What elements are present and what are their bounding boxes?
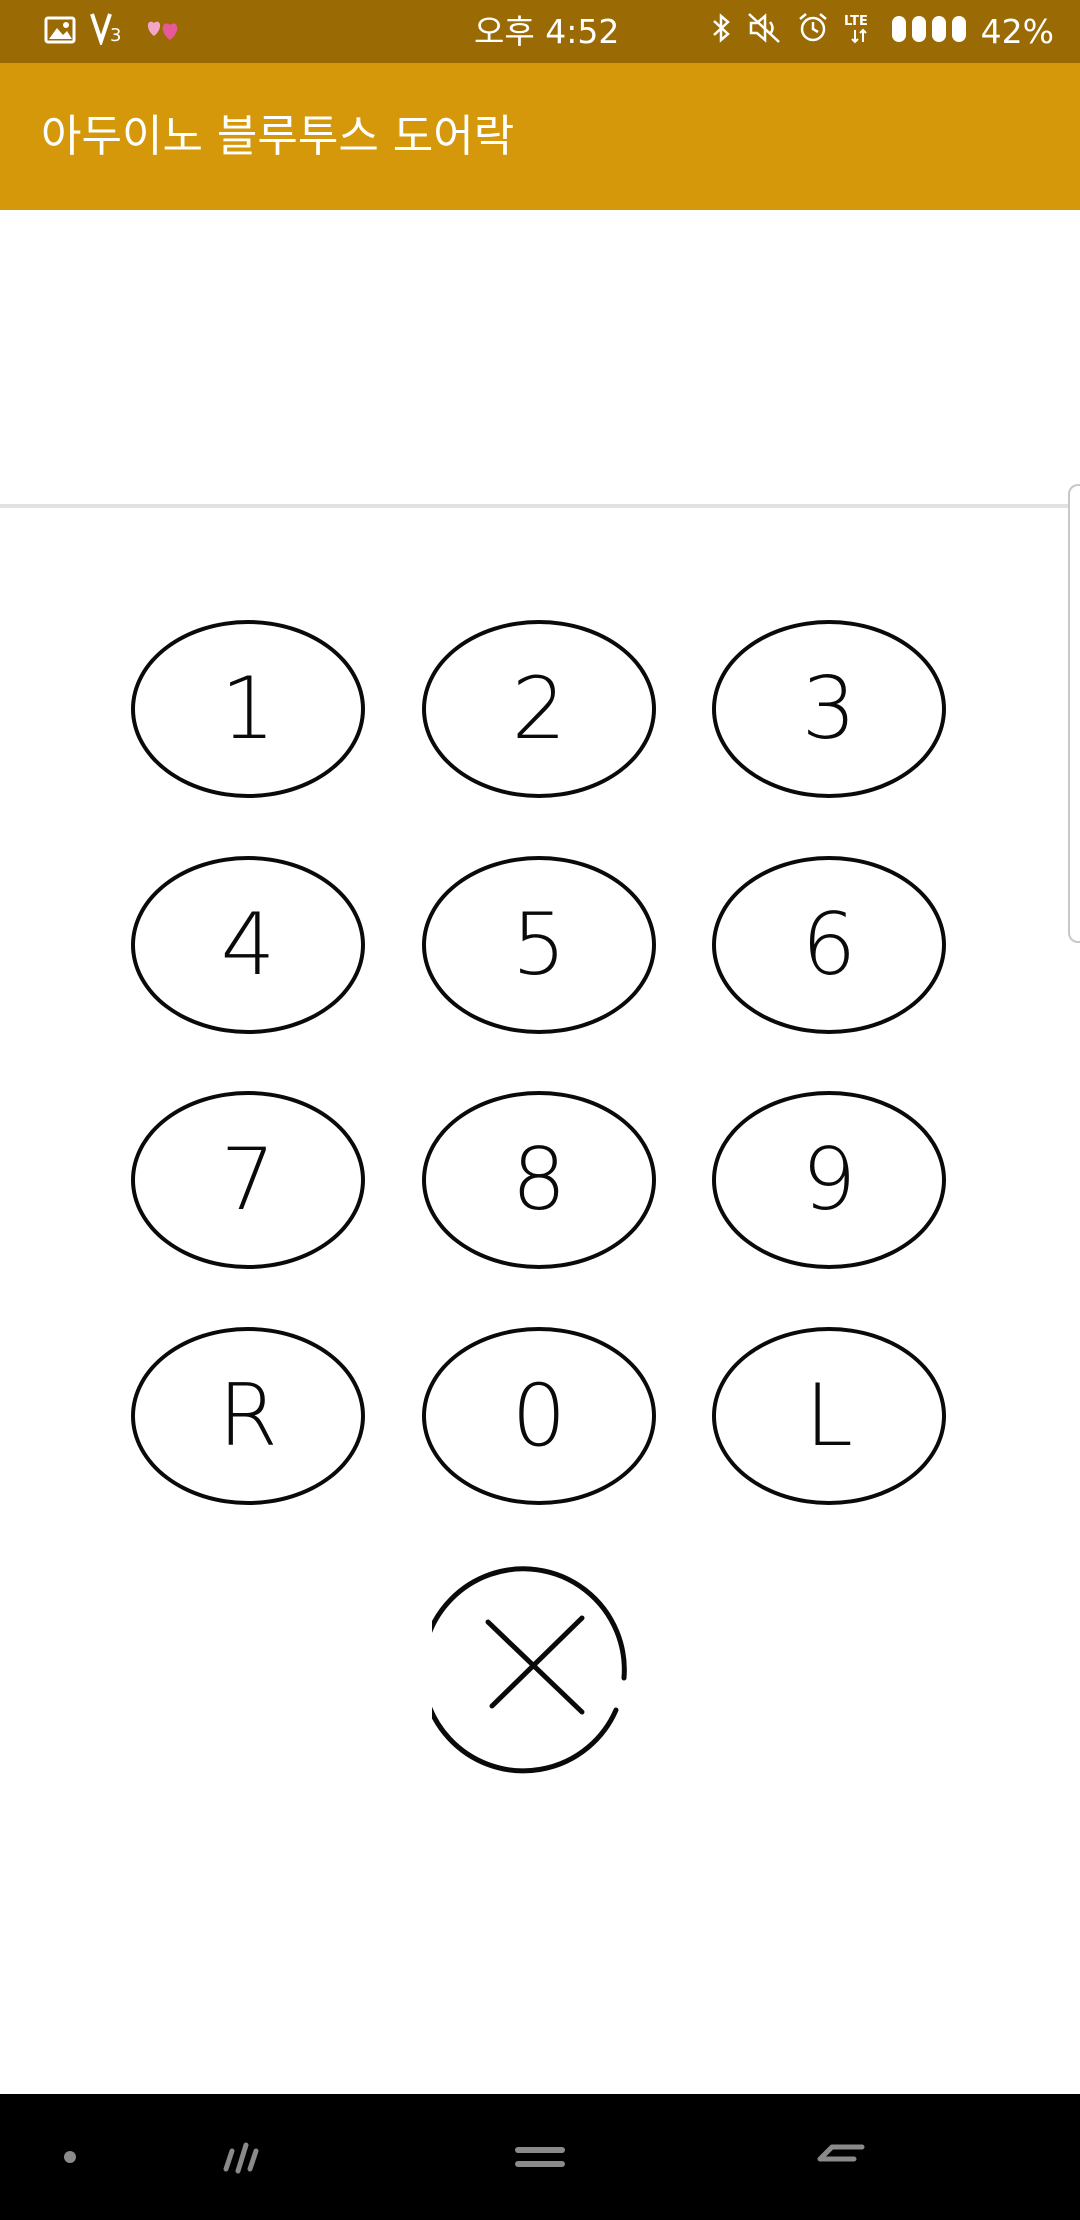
status-bar: 3 오후 4:52 LTE 42% [0,0,1080,63]
hearts-icon [146,13,182,52]
key-2[interactable]: 2 [422,620,656,798]
back-icon[interactable] [800,2094,880,2220]
recent-apps-icon[interactable] [200,2094,280,2220]
svg-text:LTE: LTE [844,14,868,29]
password-display [0,210,1080,504]
key-label: 6 [801,895,857,995]
key-6[interactable]: 6 [712,856,946,1034]
gallery-icon [44,13,76,52]
navigation-bar [0,2094,1080,2220]
key-r[interactable]: R [131,1327,365,1505]
status-left-icons: 3 [44,12,182,52]
key-5[interactable]: 5 [422,856,656,1034]
key-l[interactable]: L [712,1327,946,1505]
key-label: 8 [511,1130,567,1230]
key-label: 5 [511,895,567,995]
key-8[interactable]: 8 [422,1091,656,1269]
key-label: 1 [220,659,276,759]
key-label: 4 [220,895,276,995]
key-label: 9 [801,1130,857,1230]
dot-icon[interactable] [30,2094,110,2220]
app-screen: 3 오후 4:52 LTE 42% 아두이노 블루투스 도어락 1 2 3 4 … [0,0,1080,2220]
display-divider [0,504,1080,508]
key-0[interactable]: 0 [422,1327,656,1505]
key-label: L [805,1366,853,1466]
key-label: 3 [801,659,857,759]
key-label: 7 [220,1130,276,1230]
signal-icon [891,13,967,52]
clear-button[interactable] [419,1560,646,1774]
key-label: R [218,1366,278,1466]
key-label: 2 [511,659,567,759]
alarm-icon [797,12,829,52]
key-label: 0 [511,1366,567,1466]
key-9[interactable]: 9 [712,1091,946,1269]
app-bar: 아두이노 블루투스 도어락 [0,63,1080,210]
battery-percent: 42% [980,12,1054,51]
status-time: 오후 4:52 [474,12,620,51]
key-1[interactable]: 1 [131,620,365,798]
clear-x-icon [419,1566,627,1774]
key-4[interactable]: 4 [131,856,365,1034]
key-7[interactable]: 7 [131,1091,365,1269]
bluetooth-icon [711,12,733,52]
lte-icon: LTE [843,11,877,53]
edge-panel-handle[interactable] [1068,484,1080,943]
mute-icon [747,12,783,52]
home-icon[interactable] [500,2094,580,2220]
status-right-icons: LTE 42% [711,10,1054,54]
app-title: 아두이노 블루투스 도어락 [41,111,515,162]
v3-icon: 3 [90,11,132,53]
key-3[interactable]: 3 [712,620,946,798]
svg-text:3: 3 [110,25,121,45]
